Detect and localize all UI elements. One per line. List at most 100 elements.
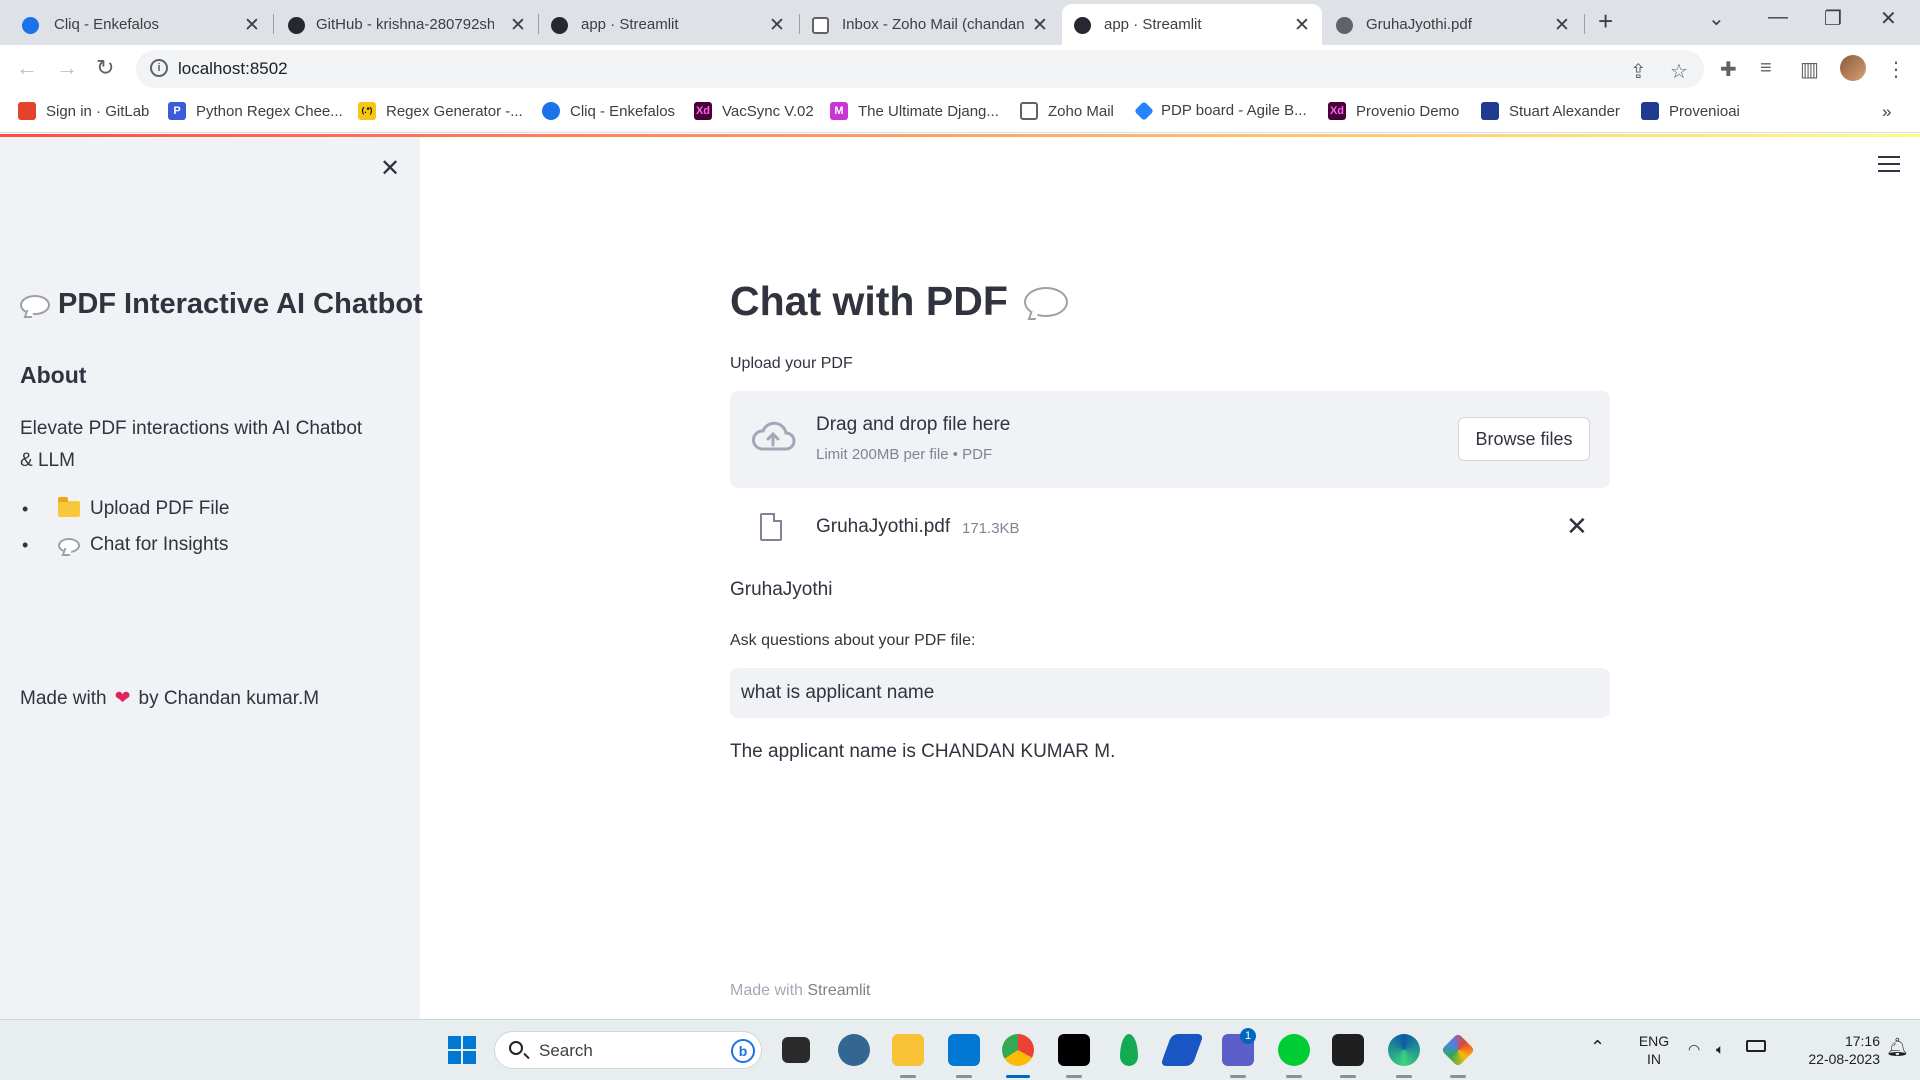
main-menu-icon[interactable] (1878, 156, 1900, 177)
windows-start-icon[interactable] (446, 1034, 478, 1066)
close-tab-icon[interactable]: ✕ (244, 14, 260, 37)
dropzone-limit: Limit 200MB per file • PDF (816, 446, 993, 463)
github-icon (288, 17, 305, 34)
bookmark-stuart-alexander[interactable]: Stuart Alexander (1481, 102, 1620, 120)
streamlit-app: ✕ PDF Interactive AI Chatbot About Eleva… (0, 134, 1920, 1019)
minimize-icon[interactable]: — (1768, 6, 1788, 29)
tab-streamlit-active[interactable]: app · Streamlit ✕ (1062, 4, 1322, 45)
bookmarks-bar: Sign in · GitLab P Python Regex Chee... (… (0, 93, 1920, 133)
pycharm-icon[interactable] (1058, 1034, 1090, 1066)
speech-bubble-icon (58, 537, 80, 553)
tab-title: Cliq - Enkefalos (54, 16, 160, 33)
remove-file-icon[interactable]: ✕ (1566, 511, 1588, 542)
task-view-icon[interactable] (782, 1037, 810, 1063)
tab-zoho-mail[interactable]: Inbox - Zoho Mail (chandan ✕ (802, 4, 1060, 45)
share-icon[interactable]: ⇪ (1630, 59, 1647, 84)
vscode-icon[interactable] (948, 1034, 980, 1066)
file-dropzone[interactable]: Drag and drop file here Limit 200MB per … (730, 391, 1610, 488)
close-window-icon[interactable]: ✕ (1880, 6, 1897, 31)
close-sidebar-icon[interactable]: ✕ (380, 154, 400, 183)
browser-tab-strip: Cliq - Enkefalos ✕ GitHub - krishna-2807… (0, 0, 1920, 45)
bookmark-provenio-demo[interactable]: Xd Provenio Demo (1328, 102, 1459, 120)
uploaded-file-size: 171.3KB (962, 520, 1020, 537)
browse-files-button[interactable]: Browse files (1458, 417, 1590, 461)
chevron-up-icon[interactable]: ⌃ (1590, 1038, 1605, 1056)
back-icon[interactable]: ← (16, 55, 38, 81)
file-explorer-icon[interactable] (892, 1034, 924, 1066)
restore-icon[interactable]: ❐ (1824, 6, 1842, 31)
sidebar-title: PDF Interactive AI Chatbot (20, 288, 423, 321)
bookmark-python-regex[interactable]: P Python Regex Chee... (168, 102, 343, 120)
list-item: Upload PDF File (22, 491, 229, 527)
taskbar-search[interactable]: Search b (494, 1031, 762, 1069)
provenio-icon (1641, 102, 1659, 120)
language-indicator[interactable]: ENG IN (1634, 1032, 1674, 1068)
edge-icon[interactable] (1388, 1034, 1420, 1066)
bookmark-provenioai[interactable]: Provenioai (1641, 102, 1740, 120)
folder-icon (58, 497, 80, 517)
app-icon[interactable] (1278, 1034, 1310, 1066)
new-tab-icon[interactable]: + (1598, 6, 1613, 37)
adobe-xd-icon: Xd (1328, 102, 1346, 120)
reading-list-icon[interactable]: ≡ (1760, 57, 1772, 80)
bookmark-pdp-board[interactable]: PDP board - Agile B... (1134, 100, 1307, 121)
power-automate-icon[interactable] (1160, 1034, 1204, 1066)
tab-title: Inbox - Zoho Mail (chandan (842, 16, 1025, 33)
site-info-icon[interactable]: i (150, 59, 168, 77)
address-bar[interactable]: i localhost:8502 ⇪ ☆ (136, 50, 1704, 88)
tab-title: app · Streamlit (1104, 16, 1202, 33)
reload-icon[interactable]: ↻ (96, 55, 114, 81)
bookmark-gitlab[interactable]: Sign in · GitLab (18, 102, 149, 120)
terminal-icon[interactable] (1332, 1034, 1364, 1066)
more-bookmarks-icon[interactable]: » (1882, 102, 1891, 122)
url-text[interactable]: localhost:8502 (178, 59, 288, 79)
made-with-credit: Made with ❤ by Chandan kumar.M (20, 687, 320, 710)
close-tab-icon[interactable]: ✕ (1554, 14, 1570, 37)
close-tab-icon[interactable]: ✕ (1032, 14, 1048, 37)
streamlit-link[interactable]: Streamlit (807, 982, 870, 999)
tab-search-icon[interactable]: ⌄ (1708, 6, 1725, 31)
bookmark-django[interactable]: M The Ultimate Djang... (830, 102, 999, 120)
chrome-icon[interactable] (1002, 1034, 1034, 1066)
provenio-icon (1481, 102, 1499, 120)
question-input[interactable] (730, 668, 1610, 718)
tab-streamlit-1[interactable]: app · Streamlit ✕ (541, 4, 801, 45)
wifi-icon[interactable]: ◠ (1688, 1040, 1700, 1058)
postgres-icon[interactable] (838, 1034, 870, 1066)
streamlit-footer: Made with Streamlit (730, 982, 871, 999)
app-icon[interactable] (1441, 1033, 1475, 1067)
tab-cliq[interactable]: Cliq - Enkefalos ✕ (0, 4, 270, 45)
clock[interactable]: 17:16 22-08-2023 (1780, 1032, 1880, 1068)
profile-avatar[interactable] (1840, 55, 1866, 81)
bookmark-vacsync[interactable]: Xd VacSync V.02 (694, 102, 814, 120)
cliq-icon (542, 102, 560, 120)
forward-icon[interactable]: → (56, 55, 78, 81)
battery-icon[interactable] (1746, 1040, 1766, 1052)
notifications-icon[interactable]: 🔔︎ (1886, 1038, 1909, 1056)
bookmark-zoho-mail[interactable]: Zoho Mail (1020, 102, 1114, 120)
close-tab-icon[interactable]: ✕ (510, 14, 526, 37)
close-tab-icon[interactable]: ✕ (1294, 14, 1310, 37)
browser-menu-icon[interactable]: ⋮ (1886, 57, 1906, 82)
tab-title: app · Streamlit (581, 16, 679, 33)
feature-list: Upload PDF File Chat for Insights (22, 491, 229, 563)
side-panel-icon[interactable]: ▥ (1800, 57, 1819, 82)
jira-icon (1134, 100, 1154, 121)
file-icon (760, 513, 782, 541)
bookmark-regex-generator[interactable]: (.*) Regex Generator -... (358, 102, 523, 120)
mail-icon (1020, 102, 1038, 120)
question-label: Ask questions about your PDF file: (730, 632, 976, 649)
streamlit-icon (551, 17, 568, 34)
bookmark-cliq[interactable]: Cliq - Enkefalos (542, 102, 675, 120)
close-tab-icon[interactable]: ✕ (769, 14, 785, 37)
tab-title: GitHub - krishna-280792shi (316, 16, 494, 33)
volume-icon[interactable]: 🔈︎ (1716, 1040, 1724, 1058)
dropzone-instructions: Drag and drop file here (816, 414, 1011, 435)
tab-github[interactable]: GitHub - krishna-280792shi ✕ (276, 4, 536, 45)
bookmark-star-icon[interactable]: ☆ (1670, 59, 1688, 84)
bing-icon[interactable]: b (731, 1039, 755, 1063)
mongodb-icon[interactable] (1120, 1034, 1138, 1066)
browser-toolbar: ← → ↻ i localhost:8502 ⇪ ☆ ✚ ≡ ▥ ⋮ (0, 45, 1920, 93)
tab-pdf[interactable]: GruhaJyothi.pdf ✕ (1324, 4, 1584, 45)
extensions-icon[interactable]: ✚ (1720, 57, 1737, 82)
